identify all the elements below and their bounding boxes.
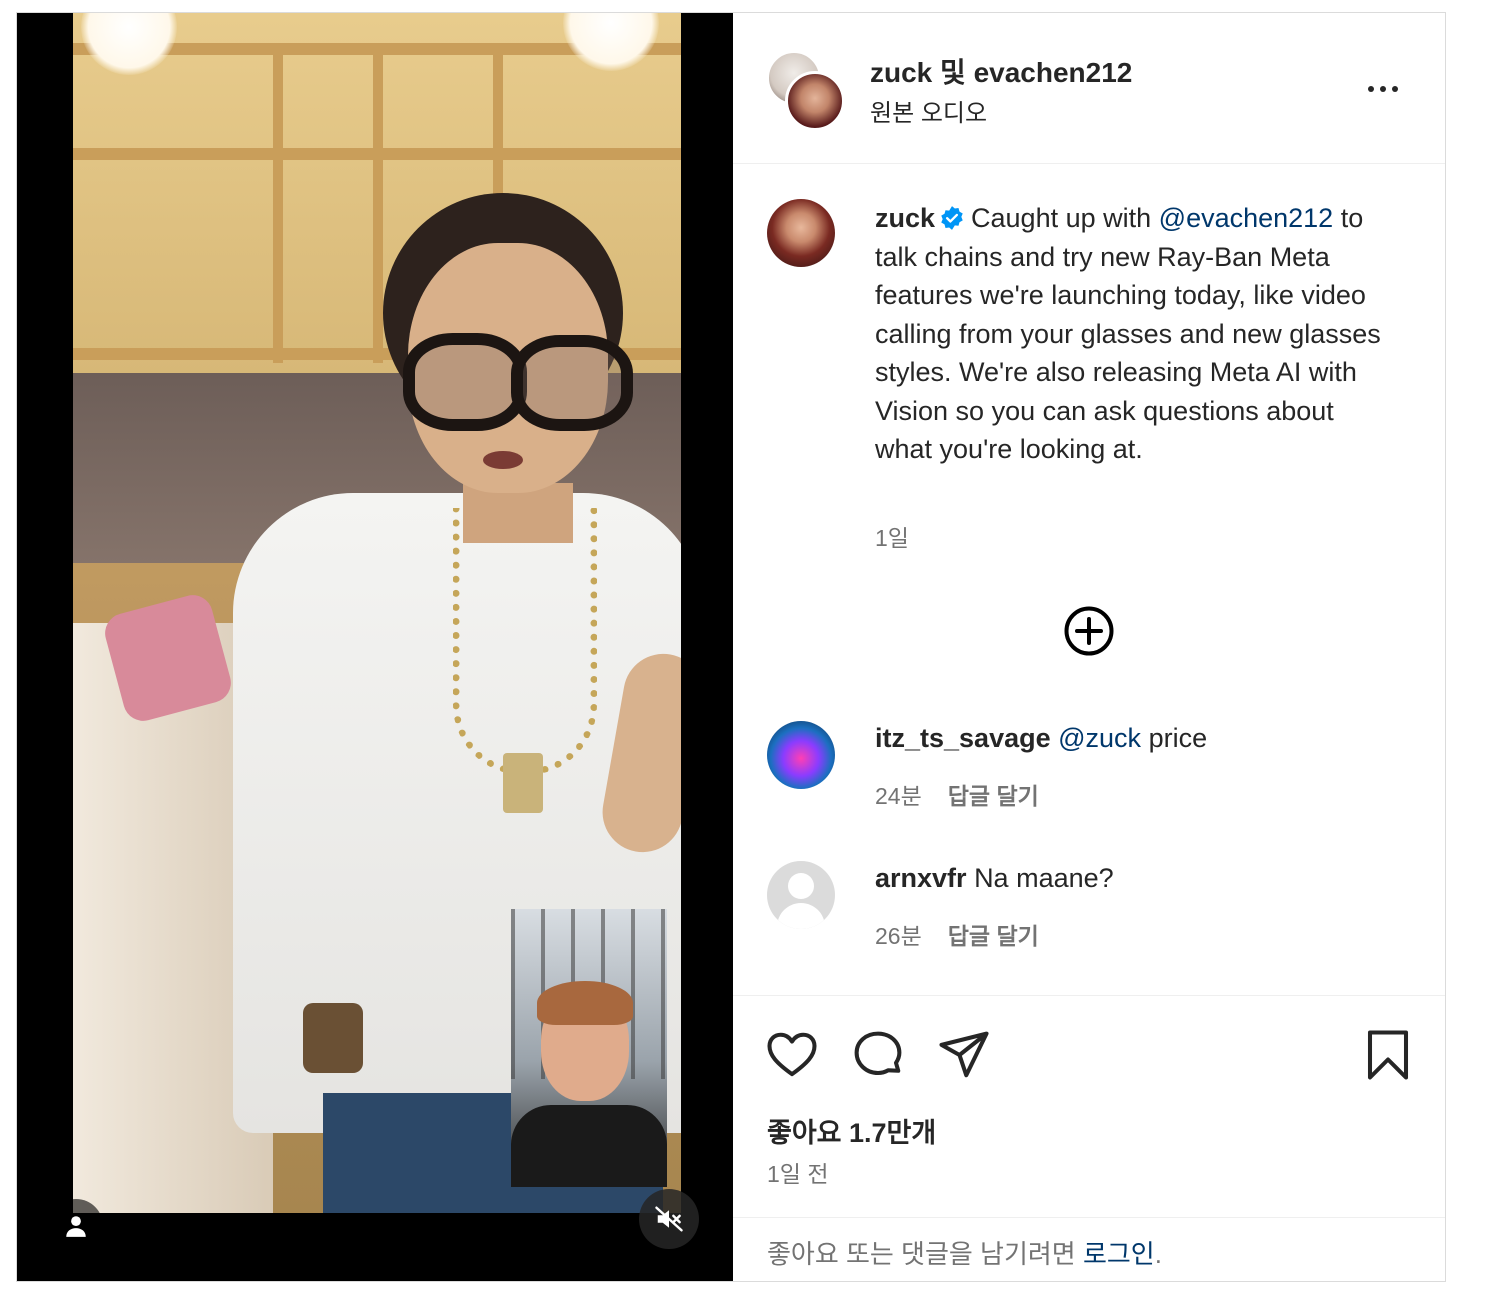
comment-timestamp[interactable]: 26분 (875, 923, 922, 949)
more-horizontal-icon (1380, 86, 1386, 92)
login-prompt-suffix: . (1154, 1239, 1162, 1269)
necklace-pendant (503, 753, 543, 813)
comment-body: itz_ts_savage @zuck price (875, 723, 1207, 754)
comment-username[interactable]: arnxvfr (875, 863, 967, 893)
verified-badge-icon (941, 206, 963, 230)
action-bar (733, 995, 1445, 1080)
caption-timestamp[interactable]: 1일 (875, 519, 909, 553)
likes-count[interactable]: 좋아요 1.7만개 (767, 1111, 936, 1150)
post-caption: zuck Caught up with @evachen212 to talk … (875, 199, 1395, 469)
more-horizontal-icon (1368, 86, 1374, 92)
shelf-divider (273, 43, 283, 363)
default-avatar-body (777, 903, 825, 929)
muted-speaker-icon (655, 1206, 683, 1232)
paper-plane-icon[interactable] (937, 1028, 991, 1082)
shelf-divider (373, 43, 383, 363)
comment-username[interactable]: itz_ts_savage (875, 723, 1051, 753)
comment-body: arnxvfr Na maane? (875, 863, 1114, 894)
collab-avatars[interactable] (767, 51, 845, 131)
caption-mention[interactable]: @evachen212 (1159, 203, 1334, 233)
avatar[interactable] (767, 861, 835, 929)
comment-mention[interactable]: @zuck (1058, 723, 1141, 753)
pip-person-hair (537, 981, 633, 1025)
person-mouth (483, 451, 523, 469)
audio-toggle-button[interactable] (639, 1189, 699, 1249)
avatar[interactable] (785, 71, 845, 131)
comment-text: Na maane? (974, 863, 1114, 893)
comment-timestamp[interactable]: 24분 (875, 783, 922, 809)
glasses-lens (511, 335, 633, 431)
login-prompt: 좋아요 또는 댓글을 남기려면 로그인. (733, 1217, 1445, 1281)
pip-person-body (511, 1105, 667, 1187)
tagged-users-button[interactable] (49, 1199, 103, 1253)
caption-username[interactable]: zuck (875, 203, 935, 233)
reply-button[interactable]: 답글 달기 (948, 923, 1039, 949)
post-details-panel: zuck 및 evachen212 원본 오디오 zuck Caught up … (733, 13, 1445, 1281)
user-icon (66, 1216, 86, 1237)
more-options-button[interactable] (1361, 79, 1405, 99)
default-avatar-head (788, 873, 814, 899)
plus-circle-icon[interactable] (1063, 605, 1115, 657)
more-horizontal-icon (1392, 86, 1398, 92)
avatar[interactable] (767, 721, 835, 789)
avatar[interactable] (767, 199, 835, 267)
comment-meta: 24분 답글 달기 (875, 777, 1039, 811)
glasses-lens (403, 333, 527, 431)
post-authors[interactable]: zuck 및 evachen212 (870, 51, 1132, 91)
login-prompt-text: 좋아요 또는 댓글을 남기려면 로그인. (767, 1234, 1162, 1271)
bookmark-icon[interactable] (1361, 1028, 1415, 1082)
audio-label[interactable]: 원본 오디오 (870, 93, 987, 128)
comment-meta: 26분 답글 달기 (875, 917, 1039, 951)
wristwatch (303, 1003, 363, 1073)
comment-bubble-icon[interactable] (851, 1028, 905, 1082)
video-call-inset (511, 909, 667, 1187)
login-link[interactable]: 로그인 (1083, 1239, 1155, 1269)
post-date[interactable]: 1일 전 (767, 1155, 829, 1189)
necklace-chain (453, 508, 597, 775)
caption-text: Caught up with (971, 203, 1159, 233)
post-media[interactable] (17, 13, 733, 1281)
comment-text: price (1148, 723, 1208, 753)
login-prompt-message: 좋아요 또는 댓글을 남기려면 (767, 1239, 1083, 1269)
reply-button[interactable]: 답글 달기 (948, 783, 1039, 809)
heart-icon[interactable] (765, 1028, 819, 1082)
post-card: zuck 및 evachen212 원본 오디오 zuck Caught up … (16, 12, 1446, 1282)
caption-text: to talk chains and try new Ray-Ban Meta … (875, 203, 1381, 464)
post-header: zuck 및 evachen212 원본 오디오 (733, 13, 1445, 164)
